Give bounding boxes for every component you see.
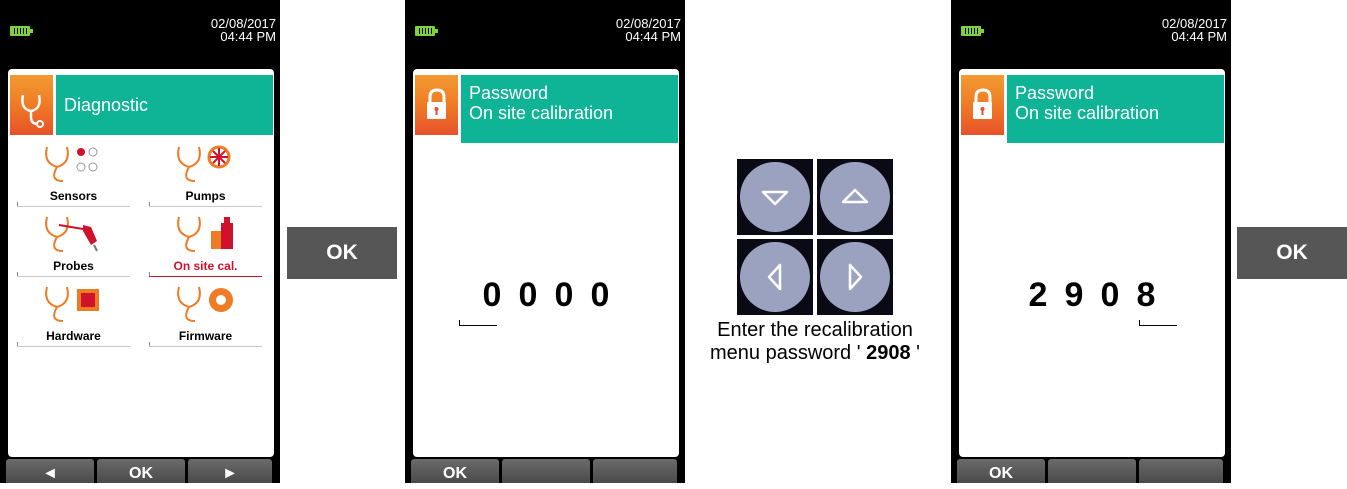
instruction-code: 2908 — [866, 342, 911, 364]
stethoscope-weights-icon — [177, 216, 233, 252]
datetime: 02/08/2017 04:44 PM — [211, 17, 276, 43]
password-title: Password On site calibration — [461, 75, 678, 143]
menu-item-label: Pumps — [185, 189, 226, 203]
lock-icon — [415, 75, 458, 135]
menu-item-probes[interactable]: Probes — [11, 211, 136, 281]
password-digits[interactable]: 2908 — [959, 276, 1225, 315]
softkey-bar: OK — [405, 459, 685, 483]
down-key[interactable] — [737, 159, 813, 235]
menu-item-hardware[interactable]: Hardware — [11, 281, 136, 351]
softkey-ok[interactable]: OK — [97, 459, 185, 483]
menu-item-label: On site cal. — [173, 259, 238, 273]
stethoscope-probe-icon — [45, 216, 98, 252]
status-bar: 02/08/2017 04:44 PM — [405, 0, 685, 50]
time-label: 04:44 PM — [625, 29, 681, 44]
password-header: Password On site calibration — [961, 75, 1224, 143]
time-label: 04:44 PM — [220, 29, 276, 44]
password-digits[interactable]: 0000 — [413, 276, 679, 315]
menu-item-firmware[interactable]: Firmware — [143, 281, 268, 351]
softkey-blank-2[interactable] — [1048, 459, 1136, 483]
screen: Password On site calibration 0000 — [413, 69, 679, 457]
softkey-ok[interactable]: OK — [411, 459, 499, 483]
stethoscope-pump-icon — [177, 145, 231, 182]
softkey-blank-3[interactable] — [593, 459, 677, 483]
menu-item-pumps[interactable]: Pumps — [143, 141, 268, 211]
device-screen-password-empty: 02/08/2017 04:44 PM Password On site cal… — [405, 0, 685, 483]
digit-cursor — [1139, 320, 1177, 326]
header-line-2: On site calibration — [1015, 103, 1160, 123]
digit-2[interactable]: 0 — [510, 276, 546, 315]
menu-item-label: Hardware — [46, 329, 101, 343]
battery-icon — [415, 26, 438, 36]
header-line-1: Password — [1015, 83, 1095, 103]
menu-item-underline — [149, 276, 262, 277]
menu-item-underline — [17, 206, 130, 207]
header-line-1: Password — [469, 83, 549, 103]
digit-4[interactable]: 8 — [1128, 276, 1164, 315]
menu-header: Diagnostic — [10, 75, 273, 135]
digit-1[interactable]: 2 — [1020, 276, 1056, 315]
menu-title: Diagnostic — [56, 75, 273, 135]
battery-icon — [10, 26, 33, 36]
menu-item-label: Firmware — [178, 329, 233, 343]
digit-3[interactable]: 0 — [546, 276, 582, 315]
device-screen-diagnostic: 02/08/2017 04:44 PM Diagnostic Sensors P… — [0, 0, 280, 483]
digit-4[interactable]: 0 — [582, 276, 618, 315]
instruction-text: Enter the recalibration menu password ' … — [690, 319, 940, 365]
stethoscope-chip-icon — [45, 286, 99, 322]
lock-icon — [961, 75, 1004, 135]
digit-2[interactable]: 9 — [1056, 276, 1092, 315]
softkey-right[interactable]: ► — [188, 459, 272, 483]
password-header: Password On site calibration — [415, 75, 678, 143]
left-arrow-icon — [767, 263, 782, 291]
softkey-blank-3[interactable] — [1139, 459, 1223, 483]
down-arrow-icon — [761, 190, 789, 206]
ok-key-1[interactable]: OK — [287, 227, 397, 279]
right-key[interactable] — [817, 239, 893, 315]
time-label: 04:44 PM — [1171, 29, 1227, 44]
device-screen-password-entered: 02/08/2017 04:44 PM Password On site cal… — [951, 0, 1231, 483]
menu-item-underline — [17, 276, 130, 277]
softkey-bar: ◄ OK ► — [0, 459, 280, 483]
digit-cursor — [459, 320, 497, 326]
arrow-keypad — [737, 159, 895, 315]
menu-item-underline — [149, 346, 262, 347]
status-bar: 02/08/2017 04:44 PM — [951, 0, 1231, 50]
softkey-blank-2[interactable] — [502, 459, 590, 483]
stethoscope-disc-icon — [177, 286, 233, 322]
stethoscope-sensors-icon — [45, 146, 98, 182]
menu-item-underline — [149, 206, 262, 207]
battery-icon — [961, 26, 984, 36]
datetime: 02/08/2017 04:44 PM — [1162, 17, 1227, 43]
softkey-ok[interactable]: OK — [957, 459, 1045, 483]
right-arrow-icon — [848, 263, 863, 291]
status-bar: 02/08/2017 04:44 PM — [0, 0, 280, 50]
menu-item-on-site-cal[interactable]: On site cal. — [143, 211, 268, 281]
screen: Diagnostic Sensors Pumps Probes On site … — [8, 69, 274, 457]
menu-item-label: Sensors — [49, 189, 98, 203]
digit-3[interactable]: 0 — [1092, 276, 1128, 315]
softkey-left[interactable]: ◄ — [6, 459, 94, 483]
screen: Password On site calibration 2908 — [959, 69, 1225, 457]
up-arrow-icon — [841, 188, 869, 204]
up-key[interactable] — [817, 159, 893, 235]
datetime: 02/08/2017 04:44 PM — [616, 17, 681, 43]
softkey-bar: OK — [951, 459, 1231, 483]
left-key[interactable] — [737, 239, 813, 315]
header-line-2: On site calibration — [469, 103, 614, 123]
stethoscope-icon — [10, 75, 53, 135]
menu-item-label: Probes — [53, 259, 94, 273]
password-title: Password On site calibration — [1007, 75, 1224, 143]
menu-item-sensors[interactable]: Sensors — [11, 141, 136, 211]
instruction-suffix: ' — [910, 342, 920, 364]
menu-item-underline — [17, 346, 130, 347]
ok-key-2[interactable]: OK — [1237, 227, 1347, 279]
digit-1[interactable]: 0 — [474, 276, 510, 315]
